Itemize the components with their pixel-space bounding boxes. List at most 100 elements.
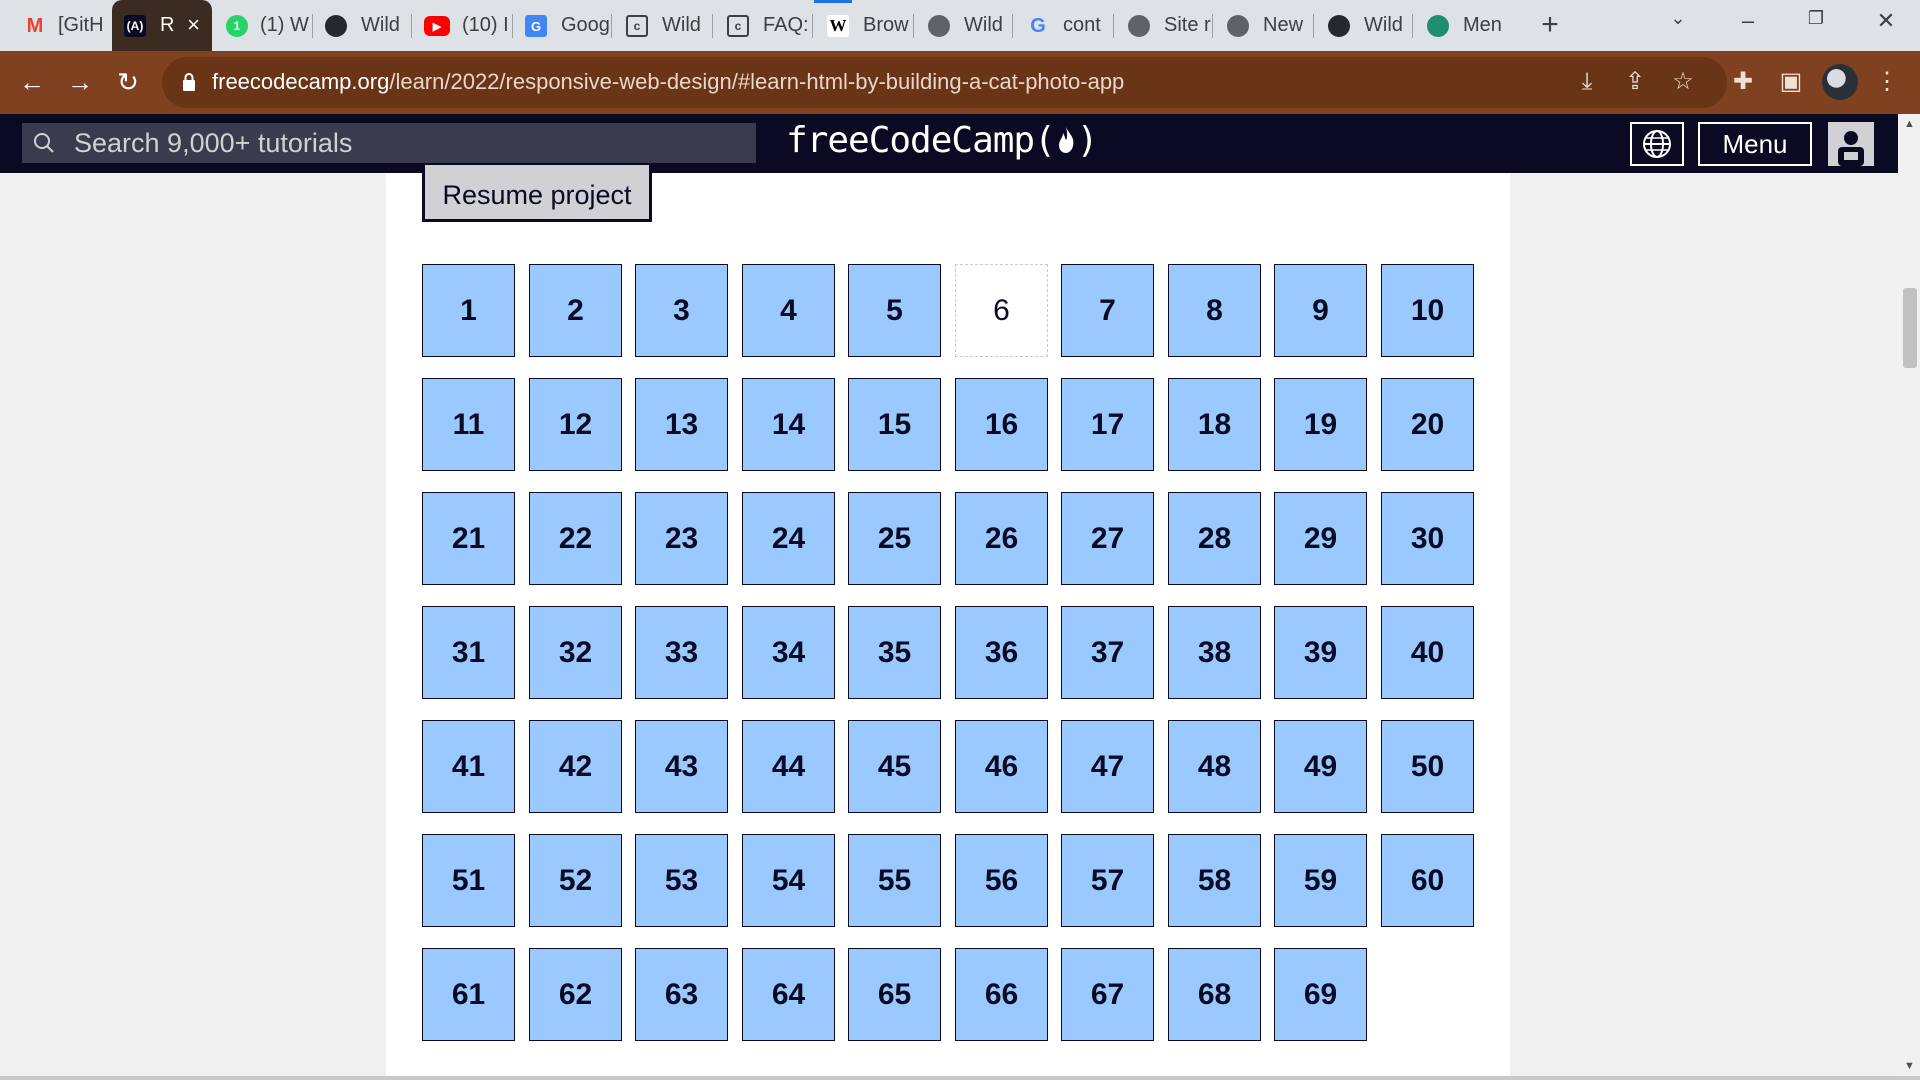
step-10-button[interactable]: 10 <box>1381 264 1474 357</box>
step-20-button[interactable]: 20 <box>1381 378 1474 471</box>
step-41-button[interactable]: 41 <box>422 720 515 813</box>
extensions-puzzle-icon[interactable]: ✚ <box>1726 65 1760 99</box>
tab-menu[interactable]: Men <box>1413 0 1513 51</box>
step-33-button[interactable]: 33 <box>635 606 728 699</box>
tab-youtube[interactable]: ▶ (10) I <box>412 0 512 51</box>
step-2-button[interactable]: 2 <box>529 264 622 357</box>
minimize-button[interactable]: – <box>1728 8 1768 34</box>
step-40-button[interactable]: 40 <box>1381 606 1474 699</box>
tab-whatsapp[interactable]: 1 (1) W <box>212 0 312 51</box>
step-36-button[interactable]: 36 <box>955 606 1048 699</box>
step-35-button[interactable]: 35 <box>848 606 941 699</box>
step-9-button[interactable]: 9 <box>1274 264 1367 357</box>
step-22-button[interactable]: 22 <box>529 492 622 585</box>
step-13-button[interactable]: 13 <box>635 378 728 471</box>
step-60-button[interactable]: 60 <box>1381 834 1474 927</box>
tab-faq[interactable]: c FAQ: <box>713 0 812 51</box>
step-8-button[interactable]: 8 <box>1168 264 1261 357</box>
step-25-button[interactable]: 25 <box>848 492 941 585</box>
step-38-button[interactable]: 38 <box>1168 606 1261 699</box>
step-29-button[interactable]: 29 <box>1274 492 1367 585</box>
step-18-button[interactable]: 18 <box>1168 378 1261 471</box>
step-55-button[interactable]: 55 <box>848 834 941 927</box>
step-62-button[interactable]: 62 <box>529 948 622 1041</box>
tab-wikipedia[interactable]: W Brow <box>813 0 913 51</box>
step-42-button[interactable]: 42 <box>529 720 622 813</box>
install-app-icon[interactable]: ⤓ <box>1570 65 1604 99</box>
close-tab-icon[interactable]: × <box>187 12 200 38</box>
step-3-button[interactable]: 3 <box>635 264 728 357</box>
step-54-button[interactable]: 54 <box>742 834 835 927</box>
step-46-button[interactable]: 46 <box>955 720 1048 813</box>
tab-wild-site[interactable]: Wild <box>914 0 1012 51</box>
step-23-button[interactable]: 23 <box>635 492 728 585</box>
step-37-button[interactable]: 37 <box>1061 606 1154 699</box>
language-selector[interactable] <box>1630 122 1684 166</box>
step-16-button[interactable]: 16 <box>955 378 1048 471</box>
step-27-button[interactable]: 27 <box>1061 492 1154 585</box>
step-48-button[interactable]: 48 <box>1168 720 1261 813</box>
step-39-button[interactable]: 39 <box>1274 606 1367 699</box>
step-15-button[interactable]: 15 <box>848 378 941 471</box>
step-19-button[interactable]: 19 <box>1274 378 1367 471</box>
step-7-button[interactable]: 7 <box>1061 264 1154 357</box>
page-scrollbar[interactable]: ▲ ▼ <box>1898 114 1920 1076</box>
step-11-button[interactable]: 11 <box>422 378 515 471</box>
user-avatar[interactable] <box>1828 122 1874 166</box>
step-49-button[interactable]: 49 <box>1274 720 1367 813</box>
tab-new[interactable]: New <box>1213 0 1313 51</box>
step-45-button[interactable]: 45 <box>848 720 941 813</box>
step-52-button[interactable]: 52 <box>529 834 622 927</box>
step-14-button[interactable]: 14 <box>742 378 835 471</box>
step-67-button[interactable]: 67 <box>1061 948 1154 1041</box>
close-window-button[interactable]: ✕ <box>1866 8 1906 34</box>
step-5-button[interactable]: 5 <box>848 264 941 357</box>
tab-github-2[interactable]: Wild <box>1314 0 1412 51</box>
restore-button[interactable]: ❐ <box>1796 8 1836 29</box>
step-43-button[interactable]: 43 <box>635 720 728 813</box>
step-56-button[interactable]: 56 <box>955 834 1048 927</box>
step-26-button[interactable]: 26 <box>955 492 1048 585</box>
step-59-button[interactable]: 59 <box>1274 834 1367 927</box>
step-63-button[interactable]: 63 <box>635 948 728 1041</box>
search-bar[interactable] <box>22 123 756 163</box>
step-53-button[interactable]: 53 <box>635 834 728 927</box>
search-input[interactable] <box>74 123 744 163</box>
step-44-button[interactable]: 44 <box>742 720 835 813</box>
tab-search-chevron-icon[interactable]: ⌄ <box>1658 8 1698 29</box>
step-58-button[interactable]: 58 <box>1168 834 1261 927</box>
fcc-logo[interactable]: freeCodeCamp() <box>786 120 1098 161</box>
forward-arrow-icon[interactable]: → <box>62 65 98 101</box>
step-69-button[interactable]: 69 <box>1274 948 1367 1041</box>
step-65-button[interactable]: 65 <box>848 948 941 1041</box>
tab-gmail[interactable]: M [GitH <box>0 0 112 51</box>
tab-doc[interactable]: c Wild <box>612 0 712 51</box>
new-tab-button[interactable]: + <box>1532 8 1568 44</box>
step-50-button[interactable]: 50 <box>1381 720 1474 813</box>
step-24-button[interactable]: 24 <box>742 492 835 585</box>
reload-icon[interactable]: ↻ <box>110 65 146 101</box>
step-47-button[interactable]: 47 <box>1061 720 1154 813</box>
side-panel-icon[interactable]: ▣ <box>1774 65 1808 99</box>
step-4-button[interactable]: 4 <box>742 264 835 357</box>
share-icon[interactable]: ⇪ <box>1618 65 1652 99</box>
step-57-button[interactable]: 57 <box>1061 834 1154 927</box>
scroll-down-icon[interactable]: ▼ <box>1904 1060 1915 1072</box>
tab-site[interactable]: Site r <box>1114 0 1212 51</box>
step-61-button[interactable]: 61 <box>422 948 515 1041</box>
tab-github[interactable]: Wild <box>313 0 411 51</box>
bookmark-star-icon[interactable]: ☆ <box>1666 65 1700 99</box>
tab-freecodecamp[interactable]: (A) R × <box>112 0 212 51</box>
tab-google-translate[interactable]: G Goog <box>513 0 611 51</box>
step-30-button[interactable]: 30 <box>1381 492 1474 585</box>
step-68-button[interactable]: 68 <box>1168 948 1261 1041</box>
address-bar[interactable]: freecodecamp.org/learn/2022/responsive-w… <box>162 57 1727 108</box>
scroll-up-icon[interactable]: ▲ <box>1904 118 1915 130</box>
menu-button[interactable]: Menu <box>1698 122 1812 166</box>
step-64-button[interactable]: 64 <box>742 948 835 1041</box>
step-6-button[interactable]: 6 <box>955 264 1048 357</box>
more-menu-icon[interactable]: ⋮ <box>1870 65 1904 99</box>
step-28-button[interactable]: 28 <box>1168 492 1261 585</box>
step-21-button[interactable]: 21 <box>422 492 515 585</box>
step-32-button[interactable]: 32 <box>529 606 622 699</box>
